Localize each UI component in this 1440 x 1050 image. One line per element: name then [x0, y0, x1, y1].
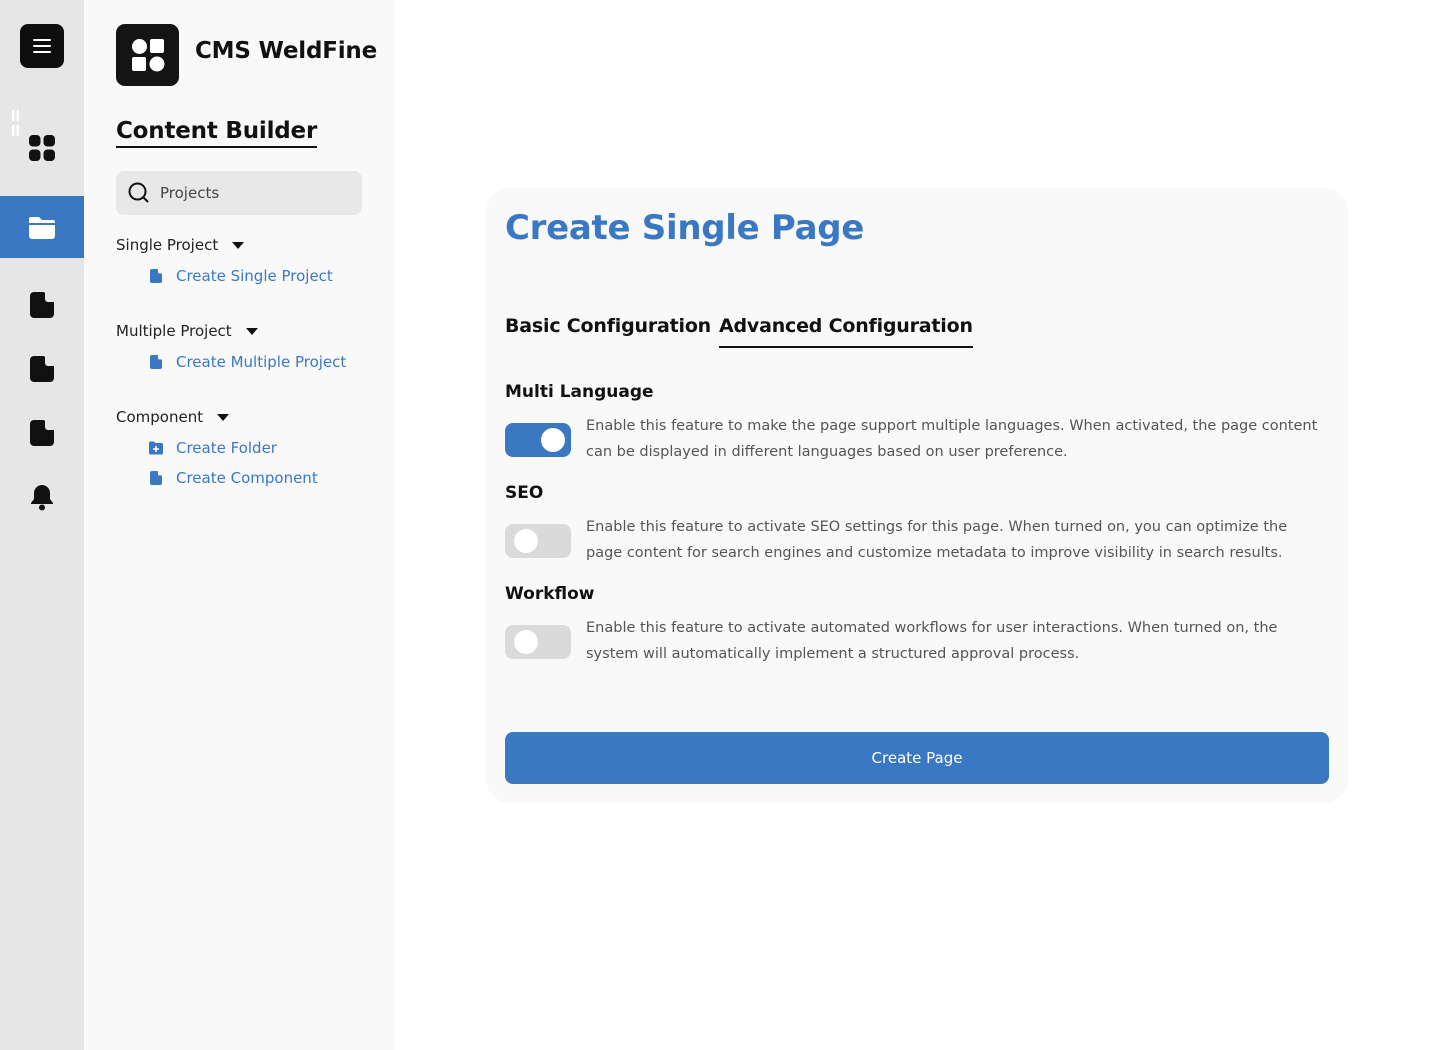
feature-label-seo: SEO: [505, 483, 544, 503]
menu-button[interactable]: [20, 24, 64, 68]
file-icon: [150, 471, 162, 485]
section-title: Content Builder: [116, 118, 317, 148]
create-folder-link[interactable]: Create Folder: [148, 439, 277, 457]
feature-description-multi-language: Enable this feature to make the page sup…: [586, 418, 1318, 460]
multi-language-toggle[interactable]: [505, 423, 571, 457]
search-input[interactable]: [160, 184, 340, 202]
page-title: Create Single Page: [505, 208, 865, 248]
group-component[interactable]: Component: [116, 408, 230, 426]
tab-basic-configuration[interactable]: Basic Configuration: [505, 315, 711, 346]
folder-plus-icon: [149, 441, 163, 455]
rail-item-notifications[interactable]: [0, 466, 84, 528]
link-label: Create Single Project: [176, 267, 333, 285]
caret-down-icon: [232, 241, 245, 249]
file-icon: [30, 356, 54, 382]
feature-label-multi-language: Multi Language: [505, 382, 654, 402]
menu-icon: [33, 39, 51, 53]
caret-down-icon: [217, 413, 230, 421]
brand-name: CMS WeldFine: [195, 38, 378, 64]
group-multiple-project[interactable]: Multiple Project: [116, 322, 258, 340]
create-page-button[interactable]: Create Page: [505, 732, 1329, 784]
search-icon: [128, 182, 149, 203]
create-single-project-link[interactable]: Create Single Project: [148, 267, 333, 285]
rail-item-file-3[interactable]: [0, 402, 84, 464]
logo-icon: [131, 39, 164, 72]
link-label: Create Folder: [176, 439, 277, 457]
toggle-knob: [541, 428, 565, 452]
rail-item-folder[interactable]: [0, 196, 84, 258]
link-label: Create Multiple Project: [176, 353, 347, 371]
rail-item-dashboard[interactable]: [0, 117, 84, 179]
bell-icon: [31, 485, 53, 511]
create-component-link[interactable]: Create Component: [148, 469, 318, 487]
group-single-project[interactable]: Single Project: [116, 236, 245, 254]
link-label: Create Component: [176, 469, 318, 487]
toggle-knob: [514, 529, 538, 553]
rail-item-file-1[interactable]: [0, 274, 84, 336]
folder-icon: [29, 217, 55, 239]
icon-rail: [0, 0, 84, 1050]
caret-down-icon: [245, 327, 258, 335]
toggle-knob: [514, 630, 538, 654]
feature-label-workflow: Workflow: [505, 584, 595, 604]
tab-advanced-configuration[interactable]: Advanced Configuration: [719, 315, 973, 348]
seo-toggle[interactable]: [505, 524, 571, 558]
workflow-toggle[interactable]: [505, 625, 571, 659]
file-icon: [30, 292, 54, 318]
content-sidebar: CMS WeldFine Content Builder Single Proj…: [84, 0, 394, 1050]
file-icon: [30, 420, 54, 446]
feature-description-seo: Enable this feature to activate SEO sett…: [586, 519, 1288, 561]
group-label: Multiple Project: [116, 322, 232, 340]
create-page-card: Create Single Page Basic Configuration A…: [486, 188, 1348, 803]
rail-item-file-2[interactable]: [0, 338, 84, 400]
feature-description-workflow: Enable this feature to activate automate…: [586, 620, 1278, 662]
dashboard-icon: [29, 135, 55, 161]
create-multiple-project-link[interactable]: Create Multiple Project: [148, 353, 346, 371]
brand-logo: [116, 24, 179, 86]
file-icon: [150, 355, 162, 369]
group-label: Component: [116, 408, 204, 426]
file-icon: [150, 269, 162, 283]
group-label: Single Project: [116, 236, 219, 254]
search-box[interactable]: [116, 171, 362, 215]
